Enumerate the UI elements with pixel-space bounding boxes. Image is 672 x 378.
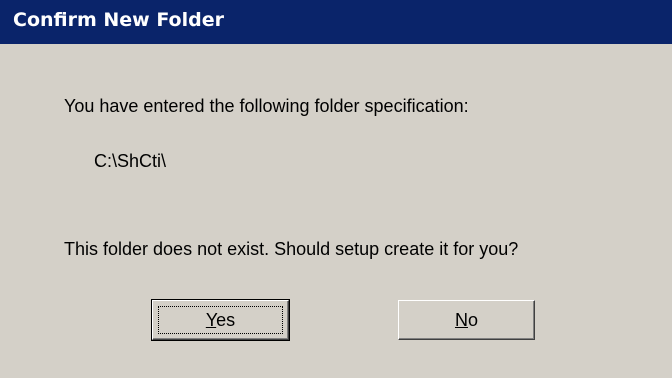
folder-path-text: C:\ShCti\ bbox=[94, 151, 167, 171]
confirm-new-folder-dialog: Confirm New Folder You have entered the … bbox=[0, 0, 672, 378]
no-mnemonic: N bbox=[454, 310, 468, 330]
create-folder-prompt: This folder does not exist. Should setup… bbox=[64, 239, 519, 259]
folder-spec-message: You have entered the following folder sp… bbox=[64, 96, 469, 116]
yes-button-label: Yes bbox=[153, 310, 288, 331]
title-bar[interactable]: Confirm New Folder bbox=[0, 0, 672, 44]
yes-button[interactable]: Yes bbox=[151, 299, 290, 341]
yes-label-rest: es bbox=[216, 310, 236, 330]
no-label-rest: o bbox=[467, 310, 478, 330]
window-title: Confirm New Folder bbox=[13, 9, 224, 31]
no-button-label: No bbox=[399, 310, 534, 331]
yes-mnemonic: Y bbox=[205, 310, 217, 330]
no-button[interactable]: No bbox=[398, 300, 535, 340]
